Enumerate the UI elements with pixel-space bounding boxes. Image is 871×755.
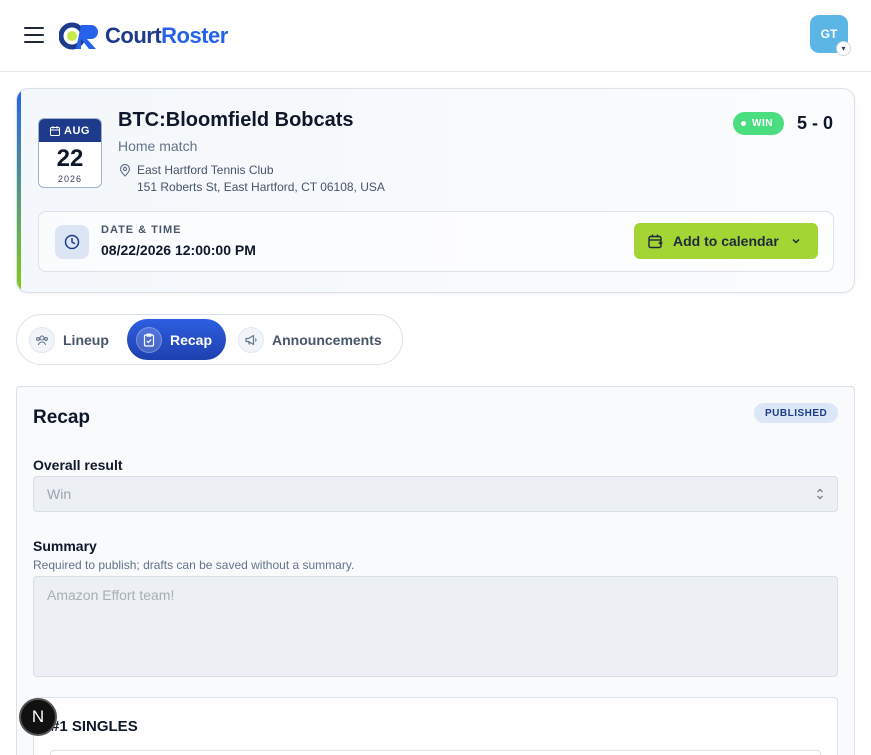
avatar-initials: GT bbox=[820, 27, 838, 41]
tab-lineup-label: Lineup bbox=[63, 331, 109, 348]
calendar-icon bbox=[50, 125, 61, 136]
overall-result-label: Overall result bbox=[33, 457, 123, 473]
status-badge: PUBLISHED bbox=[754, 403, 839, 423]
singles-heading: #1 SINGLES bbox=[51, 718, 138, 735]
date-year: 2026 bbox=[57, 174, 83, 184]
tab-recap[interactable]: Recap bbox=[127, 319, 226, 360]
status-dot-icon bbox=[741, 121, 746, 126]
match-card: AUG 22 2026 BTC:Bloomfield Bobcats Home … bbox=[16, 88, 855, 293]
logo[interactable]: CourtRoster bbox=[59, 20, 228, 52]
summary-help-text: Required to publish; drafts can be saved… bbox=[33, 558, 355, 572]
tab-recap-label: Recap bbox=[170, 331, 213, 348]
tab-announcements[interactable]: Announcements bbox=[238, 319, 398, 360]
result-badge: WIN bbox=[733, 112, 784, 135]
avatar[interactable]: GT ▾ bbox=[810, 15, 851, 56]
result-badge-label: WIN bbox=[752, 118, 773, 129]
match-title: BTC:Bloomfield Bobcats bbox=[118, 109, 354, 131]
tab-lineup[interactable]: Lineup bbox=[29, 319, 129, 360]
chevron-up-down-icon bbox=[817, 488, 823, 500]
chevron-down-icon bbox=[792, 238, 800, 244]
calendar-plus-icon bbox=[648, 234, 663, 248]
logo-mark-icon bbox=[59, 22, 98, 50]
match-score: 5 - 0 bbox=[797, 113, 834, 133]
top-bar: CourtRoster GT ▾ bbox=[0, 0, 871, 72]
singles-section: #1 SINGLES bbox=[33, 697, 838, 755]
tab-announcements-label: Announcements bbox=[272, 331, 382, 348]
add-to-calendar-label: Add to calendar bbox=[673, 233, 779, 249]
datetime-panel: DATE & TIME 08/22/2026 12:00:00 PM Add t… bbox=[38, 211, 834, 272]
match-tabs: Lineup Recap Announcements bbox=[16, 314, 403, 365]
map-pin-icon bbox=[119, 164, 131, 177]
summary-label: Summary bbox=[33, 538, 97, 554]
datetime-label: DATE & TIME bbox=[101, 224, 182, 236]
megaphone-icon bbox=[238, 326, 264, 353]
clock-icon bbox=[55, 225, 89, 259]
location-address: 151 Roberts St, East Hartford, CT 06108,… bbox=[137, 180, 385, 194]
date-month: AUG bbox=[64, 124, 90, 137]
chevron-down-icon: ▾ bbox=[836, 41, 851, 56]
date-badge: AUG 22 2026 bbox=[38, 118, 102, 188]
dev-tools-button[interactable]: N bbox=[19, 698, 57, 736]
date-day: 22 bbox=[56, 145, 84, 172]
overall-result-select[interactable]: Win bbox=[33, 476, 838, 512]
users-icon bbox=[29, 326, 55, 353]
logo-text-roster: Roster bbox=[161, 23, 228, 48]
recap-title: Recap bbox=[33, 407, 91, 428]
clipboard-check-icon bbox=[136, 326, 162, 353]
overall-result-value: Win bbox=[47, 486, 72, 502]
add-to-calendar-button[interactable]: Add to calendar bbox=[634, 223, 818, 259]
datetime-value: 08/22/2026 12:00:00 PM bbox=[101, 242, 256, 258]
match-type: Home match bbox=[118, 138, 198, 154]
singles-entry bbox=[50, 750, 821, 755]
menu-icon[interactable] bbox=[24, 27, 44, 44]
summary-textarea[interactable]: Amazon Effort team! bbox=[33, 576, 838, 677]
logo-text-court: Court bbox=[105, 23, 162, 48]
recap-panel: Recap PUBLISHED Overall result Win Summa… bbox=[16, 386, 855, 755]
location-name: East Hartford Tennis Club bbox=[137, 163, 274, 177]
